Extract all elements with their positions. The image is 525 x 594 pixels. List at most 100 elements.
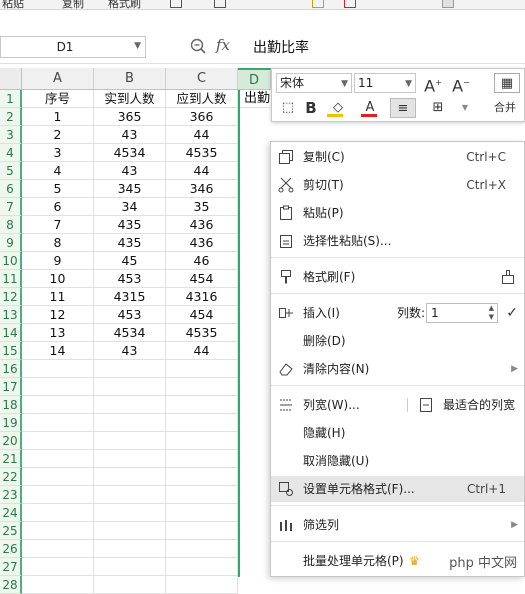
merge-button[interactable]: 合并 xyxy=(488,98,522,118)
row-header[interactable]: 2 xyxy=(0,108,22,126)
row-header[interactable]: 4 xyxy=(0,144,22,162)
copy-button[interactable]: 复制 xyxy=(62,0,84,9)
table-cell[interactable]: 6 xyxy=(22,198,94,216)
table-cell[interactable] xyxy=(22,504,94,522)
row-header[interactable]: 25 xyxy=(0,522,22,540)
column-header-b[interactable]: B xyxy=(94,68,166,90)
table-cell[interactable] xyxy=(22,558,94,576)
align-center-icon[interactable] xyxy=(442,0,454,8)
table-cell[interactable]: 366 xyxy=(166,108,238,126)
table-cell[interactable]: 435 xyxy=(94,216,166,234)
select-all-corner[interactable] xyxy=(0,68,22,90)
row-header[interactable]: 15 xyxy=(0,342,22,360)
align-center-icon[interactable]: ≡ xyxy=(390,98,416,118)
bold-button[interactable]: B xyxy=(302,98,320,118)
row-header[interactable]: 27 xyxy=(0,558,22,576)
table-cell[interactable] xyxy=(94,558,166,576)
row-header[interactable]: 16 xyxy=(0,360,22,378)
table-cell[interactable] xyxy=(166,396,238,414)
table-cell[interactable] xyxy=(94,432,166,450)
table-cell[interactable] xyxy=(22,414,94,432)
table-cell[interactable] xyxy=(22,522,94,540)
row-header[interactable]: 26 xyxy=(0,540,22,558)
table-cell[interactable]: 2 xyxy=(22,126,94,144)
bold-icon[interactable] xyxy=(170,0,182,8)
table-cell[interactable] xyxy=(166,450,238,468)
table-cell[interactable] xyxy=(94,468,166,486)
table-cell[interactable] xyxy=(94,504,166,522)
table-cell[interactable]: 436 xyxy=(166,216,238,234)
table-cell[interactable]: 4 xyxy=(22,162,94,180)
stepper-arrows-icon[interactable]: ▲ ▼ xyxy=(489,304,494,322)
table-cell[interactable]: 10 xyxy=(22,270,94,288)
table-cell[interactable]: 4535 xyxy=(166,144,238,162)
table-cell[interactable] xyxy=(94,396,166,414)
row-header[interactable]: 28 xyxy=(0,576,22,594)
name-box[interactable]: D1 ▼ xyxy=(0,36,146,58)
table-cell[interactable]: 454 xyxy=(166,270,238,288)
menu-item-copy[interactable]: 复制(C) Ctrl+C xyxy=(271,144,524,170)
table-cell[interactable] xyxy=(166,360,238,378)
table-cell[interactable]: 365 xyxy=(94,108,166,126)
checkmark-icon[interactable]: ✓ xyxy=(506,300,518,326)
formula-input[interactable]: 出勤比率 xyxy=(253,37,309,57)
column-header-c[interactable]: C xyxy=(166,68,238,90)
table-cell[interactable] xyxy=(166,540,238,558)
row-header[interactable]: 5 xyxy=(0,162,22,180)
paste-button[interactable]: 粘贴 xyxy=(2,0,24,9)
table-cell[interactable]: 14 xyxy=(22,342,94,360)
table-cell[interactable] xyxy=(166,558,238,576)
table-cell[interactable]: 4315 xyxy=(94,288,166,306)
table-cell[interactable] xyxy=(94,414,166,432)
table-cell[interactable] xyxy=(22,486,94,504)
table-cell[interactable] xyxy=(166,468,238,486)
font-color-button[interactable]: A xyxy=(358,98,382,118)
table-cell[interactable] xyxy=(94,450,166,468)
row-header[interactable]: 19 xyxy=(0,414,22,432)
column-count-stepper[interactable]: 1 ▲ ▼ xyxy=(426,303,498,323)
table-cell[interactable]: 454 xyxy=(166,306,238,324)
table-cell[interactable]: 44 xyxy=(166,162,238,180)
table-cell[interactable]: 345 xyxy=(94,180,166,198)
table-cell[interactable]: 43 xyxy=(94,162,166,180)
column-header-d[interactable]: D xyxy=(238,68,271,90)
menu-item-hide[interactable]: 隐藏(H) xyxy=(271,420,524,446)
table-cell[interactable]: 453 xyxy=(94,270,166,288)
table-cell[interactable] xyxy=(94,486,166,504)
table-cell[interactable]: 4534 xyxy=(94,144,166,162)
increase-font-size-button[interactable]: A+ xyxy=(422,73,444,95)
table-cell[interactable]: 35 xyxy=(166,198,238,216)
table-cell[interactable]: 4534 xyxy=(94,324,166,342)
fill-color-button[interactable]: ◇ xyxy=(324,98,352,118)
table-cell[interactable]: 序号 xyxy=(22,90,94,108)
table-cell[interactable]: 4535 xyxy=(166,324,238,342)
table-cell[interactable] xyxy=(22,576,94,594)
table-cell[interactable] xyxy=(94,378,166,396)
row-header[interactable]: 20 xyxy=(0,432,22,450)
table-cell[interactable] xyxy=(166,522,238,540)
row-header[interactable]: 6 xyxy=(0,180,22,198)
table-cell[interactable] xyxy=(94,360,166,378)
table-cell[interactable]: 435 xyxy=(94,234,166,252)
row-header[interactable]: 1 xyxy=(0,90,22,108)
menu-item-format-painter[interactable]: 格式刷(F) xyxy=(271,264,524,290)
table-cell[interactable]: 实到人数 xyxy=(94,90,166,108)
table-cell[interactable]: 5 xyxy=(22,180,94,198)
fill-color-icon[interactable] xyxy=(312,0,324,8)
menu-item-insert[interactable]: 插入(I) 列数: 1 ▲ ▼ ✓ xyxy=(271,300,524,326)
menu-item-clear-contents[interactable]: 清除内容(N) ▶ xyxy=(271,356,524,382)
table-cell[interactable]: 44 xyxy=(166,126,238,144)
zoom-icon[interactable] xyxy=(190,38,206,54)
table-cell[interactable]: 46 xyxy=(166,252,238,270)
row-header[interactable]: 9 xyxy=(0,234,22,252)
underline-icon[interactable] xyxy=(214,0,226,8)
row-header[interactable]: 10 xyxy=(0,252,22,270)
menu-item-cut[interactable]: 剪切(T) Ctrl+X xyxy=(271,172,524,198)
menu-item-unhide[interactable]: 取消隐藏(U) xyxy=(271,448,524,474)
row-header[interactable]: 24 xyxy=(0,504,22,522)
format-painter-pin-icon[interactable] xyxy=(500,269,516,285)
row-header[interactable]: 3 xyxy=(0,126,22,144)
table-cell[interactable]: 9 xyxy=(22,252,94,270)
row-header[interactable]: 14 xyxy=(0,324,22,342)
chevron-down-icon[interactable]: ▼ xyxy=(134,41,141,51)
